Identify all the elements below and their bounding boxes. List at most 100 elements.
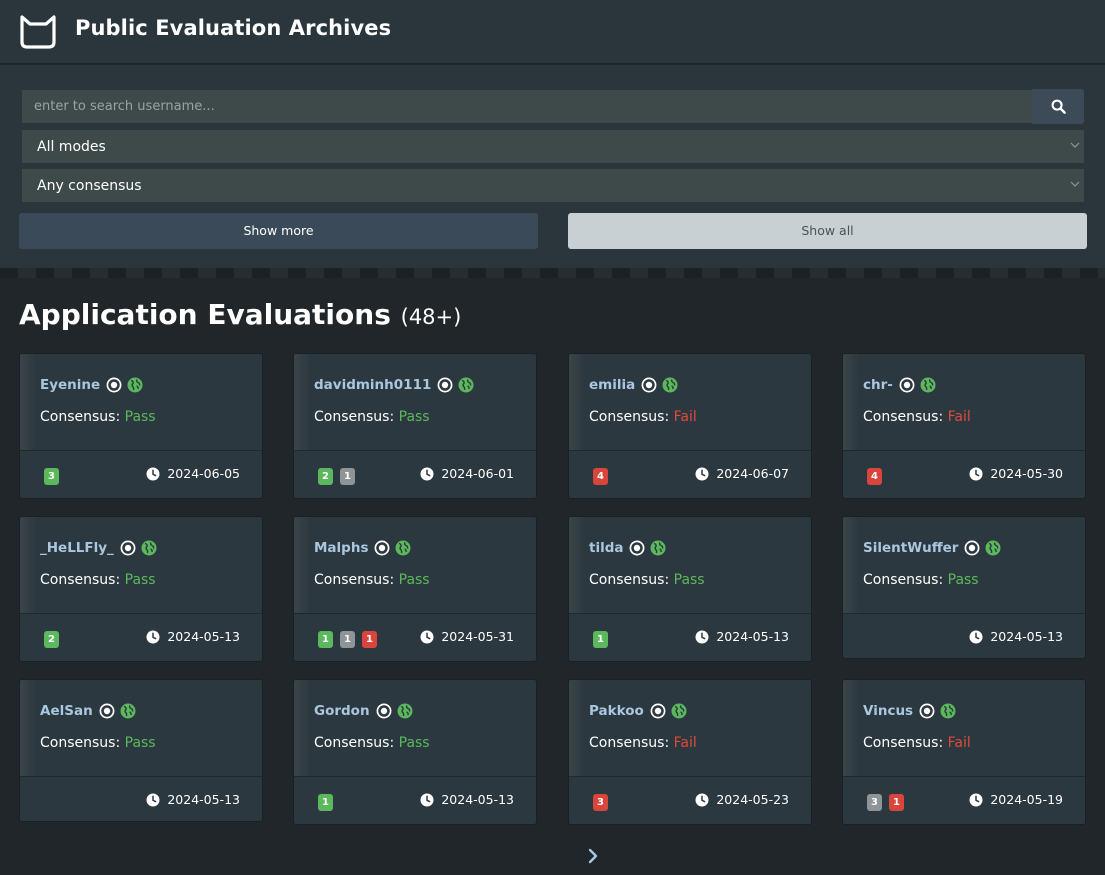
vote-badges: 4 — [593, 468, 608, 485]
evaluation-date: 2024-05-13 — [146, 629, 240, 644]
vote-badge-green: 2 — [318, 468, 333, 485]
card-footer: 4 2024-05-30 — [843, 450, 1085, 498]
search-button[interactable] — [1032, 89, 1084, 124]
username-link[interactable]: Pakkoo — [589, 703, 644, 719]
date-text: 2024-06-07 — [716, 466, 789, 481]
username-link[interactable]: chr- — [863, 377, 893, 393]
consensus-line: Consensus: Pass — [40, 735, 156, 751]
clock-icon — [146, 630, 160, 643]
username-link[interactable]: _HeLLFly_ — [40, 540, 114, 556]
username-link[interactable]: SilentWuffer — [863, 540, 958, 556]
date-text: 2024-05-13 — [716, 629, 789, 644]
vote-badges: 111 — [318, 631, 377, 648]
evaluation-card[interactable]: Vincus Consensus: Fail 3 1 2024-05-19 — [842, 679, 1086, 825]
vote-badge-green: 1 — [593, 631, 608, 648]
username-link[interactable]: Gordon — [314, 703, 370, 719]
card-decoration — [569, 517, 585, 613]
globe-icon — [920, 377, 936, 393]
consensus-label: Consensus: — [40, 735, 125, 751]
username-link[interactable]: Eyenine — [40, 377, 100, 393]
clock-icon — [146, 793, 160, 806]
date-text: 2024-05-31 — [441, 629, 514, 644]
consensus-value: Pass — [947, 572, 979, 588]
consensus-value: Pass — [124, 409, 156, 425]
globe-icon — [120, 703, 136, 719]
consensus-label: Consensus: — [40, 409, 125, 425]
card-footer: 2024-05-13 — [20, 776, 262, 821]
card-footer: 2 2024-05-13 — [20, 613, 262, 661]
date-text: 2024-05-13 — [441, 792, 514, 807]
evaluation-card[interactable]: Malphs Consensus: Pass 1 1 1 2024-05-31 — [293, 516, 537, 662]
clock-icon — [420, 630, 434, 643]
evaluation-date: 2024-05-23 — [695, 792, 789, 807]
evaluation-card[interactable]: Gordon Consensus: Pass 1 2024-05-13 — [293, 679, 537, 825]
evaluation-card[interactable]: Pakkoo Consensus: Fail 3 2024-05-23 — [568, 679, 812, 825]
date-text: 2024-05-19 — [990, 792, 1063, 807]
evaluation-card[interactable]: davidminh0111 Consensus: Pass 2 1 2024-06-01 — [293, 353, 537, 499]
chevron-right-icon[interactable] — [585, 848, 601, 864]
evaluation-card[interactable]: Eyenine Consensus: Pass 3 2024-06-05 — [19, 353, 263, 499]
card-decoration — [294, 680, 310, 776]
show-more-button[interactable]: Show more — [19, 213, 538, 249]
cat-logo-icon[interactable] — [18, 14, 58, 50]
evaluation-card[interactable]: tilda Consensus: Pass 1 2024-05-13 — [568, 516, 812, 662]
clock-icon — [695, 630, 709, 643]
username-link[interactable]: emilia — [589, 377, 635, 393]
consensus-value: Pass — [398, 572, 430, 588]
consensus-line: Consensus: Fail — [863, 409, 971, 425]
vote-badges: 21 — [318, 468, 355, 485]
evaluation-date: 2024-06-01 — [420, 466, 514, 481]
consensus-line: Consensus: Pass — [314, 735, 430, 751]
consensus-line: Consensus: Fail — [589, 735, 697, 751]
evaluation-card[interactable]: SilentWuffer Consensus: Pass 2024-05-13 — [842, 516, 1086, 659]
vote-badge-red: 4 — [593, 468, 608, 485]
evaluation-date: 2024-05-19 — [969, 792, 1063, 807]
evaluation-date: 2024-06-05 — [146, 466, 240, 481]
username-link[interactable]: Malphs — [314, 540, 368, 556]
evaluation-card[interactable]: _HeLLFly_ Consensus: Pass 2 2024-05-13 — [19, 516, 263, 662]
card-footer: 1 2024-05-13 — [569, 613, 811, 661]
date-text: 2024-05-30 — [990, 466, 1063, 481]
username-link[interactable]: tilda — [589, 540, 623, 556]
mode-select[interactable]: All modes — [22, 130, 1084, 163]
consensus-label: Consensus: — [863, 735, 948, 751]
globe-icon — [662, 377, 678, 393]
game-mode-icon — [106, 377, 122, 393]
mode-select-value: All modes — [37, 139, 106, 155]
card-decoration — [20, 680, 36, 776]
evaluation-card[interactable]: AelSan Consensus: Pass 2024-05-13 — [19, 679, 263, 822]
section-title: Application Evaluations (48+) — [19, 298, 461, 331]
section-divider — [0, 268, 1105, 278]
app-title: Public Evaluation Archives — [75, 16, 392, 40]
card-header: Gordon — [314, 701, 413, 721]
evaluation-date: 2024-06-07 — [695, 466, 789, 481]
consensus-select[interactable]: Any consensus — [22, 169, 1084, 202]
globe-icon — [127, 377, 143, 393]
card-decoration — [569, 680, 585, 776]
game-mode-icon — [630, 540, 645, 556]
game-mode-icon — [120, 540, 136, 556]
card-header: AelSan — [40, 701, 136, 721]
consensus-line: Consensus: Pass — [40, 572, 156, 588]
consensus-value: Fail — [947, 409, 971, 425]
vote-badge-gray: 1 — [340, 468, 355, 485]
chevron-down-icon — [1070, 181, 1080, 187]
game-mode-icon — [641, 377, 657, 393]
consensus-line: Consensus: Fail — [589, 409, 697, 425]
clock-icon — [695, 467, 709, 480]
globe-icon — [458, 377, 474, 393]
username-link[interactable]: AelSan — [40, 703, 93, 719]
vote-badges: 3 — [44, 468, 59, 485]
search-input[interactable] — [22, 90, 1032, 123]
username-link[interactable]: Vincus — [863, 703, 913, 719]
evaluation-card[interactable]: emilia Consensus: Fail 4 2024-06-07 — [568, 353, 812, 499]
date-text: 2024-06-01 — [441, 466, 514, 481]
username-link[interactable]: davidminh0111 — [314, 377, 431, 393]
globe-icon — [141, 540, 157, 556]
show-all-button[interactable]: Show all — [568, 213, 1087, 249]
consensus-value: Pass — [398, 735, 430, 751]
card-footer: 1 1 1 2024-05-31 — [294, 613, 536, 661]
card-decoration — [294, 517, 310, 613]
card-footer: 2 1 2024-06-01 — [294, 450, 536, 498]
evaluation-card[interactable]: chr- Consensus: Fail 4 2024-05-30 — [842, 353, 1086, 499]
